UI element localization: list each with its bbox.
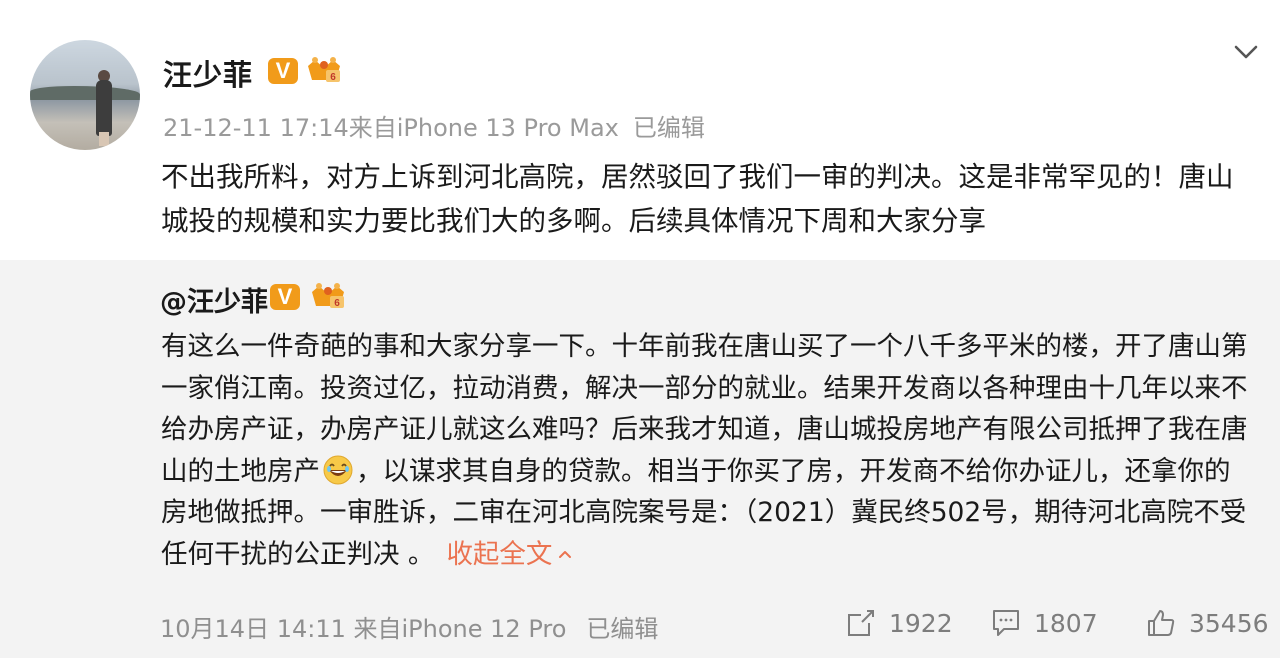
chevron-up-icon[interactable]: [558, 547, 572, 561]
post-author[interactable]: 汪少菲: [163, 52, 253, 94]
comment-count: 1807: [1034, 608, 1098, 638]
vip-crown-icon: 6: [308, 57, 340, 83]
collapse-label[interactable]: 收起全文: [446, 539, 552, 570]
collapse-button[interactable]: 收起全文: [446, 539, 572, 570]
post-meta: 21-12-11 17:14来自iPhone 13 Pro Max 已编辑: [163, 108, 705, 143]
laugh-emoji-icon: [323, 455, 353, 484]
post-time[interactable]: 21-12-11 17:14: [163, 114, 349, 142]
repost-count: 1922: [889, 608, 953, 638]
vip-crown-icon: 6: [312, 283, 344, 309]
repost-icon: [848, 610, 874, 636]
repost-text: 有这么一件奇葩的事和大家分享一下。十年前我在唐山买了一个八千多平米的楼，开了唐山…: [161, 326, 1251, 575]
repost-source: 来自iPhone 12 Pro: [353, 615, 567, 643]
comment-icon: [993, 610, 1019, 636]
comment-button[interactable]: 1807: [990, 606, 1098, 640]
post-text: 不出我所料，对方上诉到河北高院，居然驳回了我们一审的判决。这是非常罕见的！唐山城…: [161, 161, 1234, 237]
repost-time[interactable]: 10月14日 14:11: [160, 615, 346, 643]
avatar[interactable]: [30, 40, 140, 150]
verified-v-icon: V: [270, 284, 300, 310]
repost-edited[interactable]: 已编辑: [586, 615, 658, 643]
repost-author[interactable]: @汪少菲: [160, 280, 268, 319]
verified-v-icon: V: [268, 58, 298, 84]
svg-text:6: 6: [334, 298, 340, 309]
post-source: 来自iPhone 13 Pro Max: [348, 114, 619, 142]
repost-button[interactable]: 1922: [845, 606, 953, 640]
repost-meta: 10月14日 14:11 来自iPhone 12 Pro 已编辑: [160, 609, 658, 644]
like-count: 35456: [1189, 608, 1269, 638]
chevron-down-icon[interactable]: [1232, 38, 1260, 66]
post-edited[interactable]: 已编辑: [633, 114, 705, 142]
like-button[interactable]: 35456: [1145, 606, 1269, 640]
repost-card[interactable]: @汪少菲 V 6 有这么一件奇葩的事和大家分享一下。十年前我在唐山买了一个八千多…: [0, 260, 1280, 658]
like-icon: [1148, 610, 1175, 636]
svg-text:6: 6: [330, 72, 336, 83]
